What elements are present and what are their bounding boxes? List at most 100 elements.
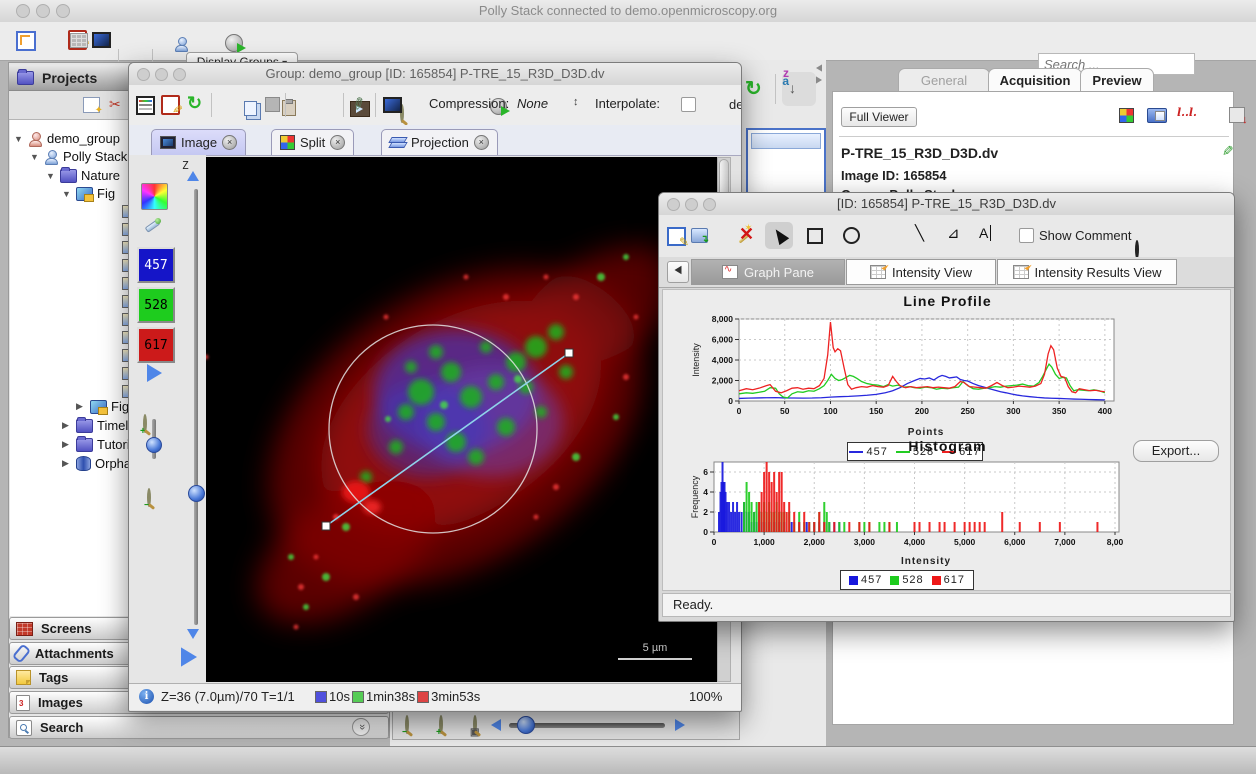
tab-acquisition[interactable]: Acquisition [988,68,1082,92]
sort-az-button[interactable]: ↓ [782,72,816,106]
line-tool-icon[interactable]: ╲ [915,224,924,242]
sidebar-item-search[interactable]: Search» [9,716,389,739]
split-view-icon[interactable] [1119,108,1134,123]
tab-general[interactable]: General [898,68,990,92]
slider-left-arrow[interactable] [491,719,501,731]
tree-item[interactable]: ▼Nature [46,167,120,184]
image-download-icon[interactable] [383,97,402,113]
tree-item[interactable]: ▼Polly Stack [30,148,127,165]
info-icon[interactable]: i [139,689,154,704]
ellipse-tool-icon[interactable] [843,227,860,244]
collapse-right-icon[interactable] [816,76,822,83]
tree-collapsed-icon[interactable]: ▶ [76,401,86,412]
close-window-button[interactable] [16,4,30,18]
channel-movie-play-icon[interactable] [147,364,162,382]
save-results-icon[interactable] [691,228,708,243]
rectangle-tool-icon[interactable] [807,228,823,244]
expand-search-icon[interactable]: » [352,718,370,736]
image-view-icon[interactable] [92,32,111,48]
roi-line-handle-end[interactable] [565,349,573,357]
tab-scroll-left-button[interactable] [667,261,689,283]
tab-intensity-results-view[interactable]: Intensity Results View [997,259,1177,285]
tree-item[interactable]: ▼demo_group [14,130,120,147]
tree-item[interactable]: ▶Timela [62,417,136,434]
full-viewer-button[interactable]: Full Viewer [841,107,917,127]
close-projection-tab-icon[interactable]: × [474,135,489,150]
lens-slider-knob[interactable] [146,437,162,453]
color-picker-icon[interactable] [143,217,161,235]
download-icon[interactable] [1229,107,1245,123]
viewer-refresh-icon[interactable]: ↻ [187,93,202,114]
server-import-icon[interactable] [225,34,243,52]
z-play-icon[interactable] [181,647,197,666]
roi-line-handle-start[interactable] [322,522,330,530]
tab-preview[interactable]: Preview [1080,68,1154,92]
rendering-settings-icon[interactable] [136,96,155,115]
microscopy-image[interactable]: 5 µm [206,157,717,682]
viewer-close-button[interactable] [137,68,150,81]
zoom-out-icon[interactable]: − [405,715,409,734]
lens-zoom-in-icon[interactable]: + [143,414,147,433]
magnification-slider-knob[interactable] [517,716,535,734]
tree-item[interactable]: ▶Tutoria [62,436,137,453]
measurement-minimize-button[interactable] [685,198,698,211]
tree-expanded-icon[interactable]: ▼ [62,189,72,199]
measurement-zoom-button[interactable] [703,198,716,211]
tree-item[interactable]: ▼Fig [62,185,115,202]
show-comment-checkbox[interactable] [1019,228,1034,243]
channel-528-button[interactable]: 528 [137,287,175,323]
measure-tool-icon[interactable]: l..l. [1177,106,1197,119]
measurement-close-button[interactable] [667,198,680,211]
tab-graph-pane[interactable]: Graph Pane [691,259,845,285]
tree-item[interactable]: ▶Fig [76,398,129,415]
collapse-left-icon[interactable] [816,64,822,71]
thumbnail-selection[interactable] [746,128,826,202]
tree-item[interactable]: ▶Orpha [62,455,131,472]
z-up-arrow[interactable] [187,171,199,181]
tree-expanded-icon[interactable]: ▼ [30,152,40,162]
viewer-minimize-button[interactable] [155,68,168,81]
lens-zoom-out-icon[interactable]: − [147,488,151,507]
zoom-window-button[interactable] [56,4,70,18]
interpolate-checkbox[interactable] [681,97,696,112]
zoom-fit-icon[interactable]: ▣ [473,715,477,734]
pointer-tool-button[interactable] [765,222,793,249]
tree-collapsed-icon[interactable]: ▶ [62,420,72,431]
polygon-tool-icon[interactable]: ⊿ [947,224,960,242]
open-folder-icon[interactable] [1147,108,1167,123]
tab-split[interactable]: Split × [271,129,354,155]
edit-name-icon[interactable]: ✎ [1218,145,1235,157]
close-image-tab-icon[interactable]: × [222,135,237,150]
save-icon[interactable] [265,97,280,112]
viewer-titlebar[interactable]: Group: demo_group [ID: 165854] P-TRE_15_… [129,63,741,86]
copy-icon[interactable] [244,101,257,116]
refresh-thumbnails-icon[interactable]: ↻ [745,76,762,101]
tree-expanded-icon[interactable]: ▼ [14,134,24,144]
tab-projection[interactable]: Projection × [381,129,498,155]
tree-collapsed-icon[interactable]: ▶ [62,458,72,469]
z-slider-track[interactable] [194,189,198,625]
thumbnail-view-icon[interactable] [70,33,88,48]
color-model-icon[interactable] [141,183,168,210]
text-tool-icon[interactable]: A [979,225,991,241]
delete-roi-icon[interactable]: ✕ [739,224,754,245]
channel-457-button[interactable]: 457 [137,247,175,283]
tab-intensity-view[interactable]: Intensity View [846,259,996,285]
z-down-arrow[interactable] [187,629,199,639]
zoom-in-icon[interactable]: + [439,715,443,734]
edit-roi-icon[interactable]: ✎ [667,227,686,246]
z-slider-knob[interactable] [188,485,205,502]
close-split-tab-icon[interactable]: × [330,135,345,150]
measurement-titlebar[interactable]: [ID: 165854] P-TRE_15_R3D_D3D.dv [659,193,1234,216]
tree-collapsed-icon[interactable]: ▶ [62,439,72,450]
viewer-zoom-button[interactable] [173,68,186,81]
channel-617-button[interactable]: 617 [137,327,175,363]
tree-expanded-icon[interactable]: ▼ [46,171,56,181]
compression-stepper[interactable]: ↕ [573,96,579,108]
cut-icon[interactable]: ✂ [109,96,121,113]
tree-view-icon[interactable] [16,31,36,51]
new-container-icon[interactable]: ✦ [83,97,100,113]
slider-right-arrow[interactable] [675,719,685,731]
user-icon[interactable] [174,36,189,52]
minimize-window-button[interactable] [36,4,50,18]
